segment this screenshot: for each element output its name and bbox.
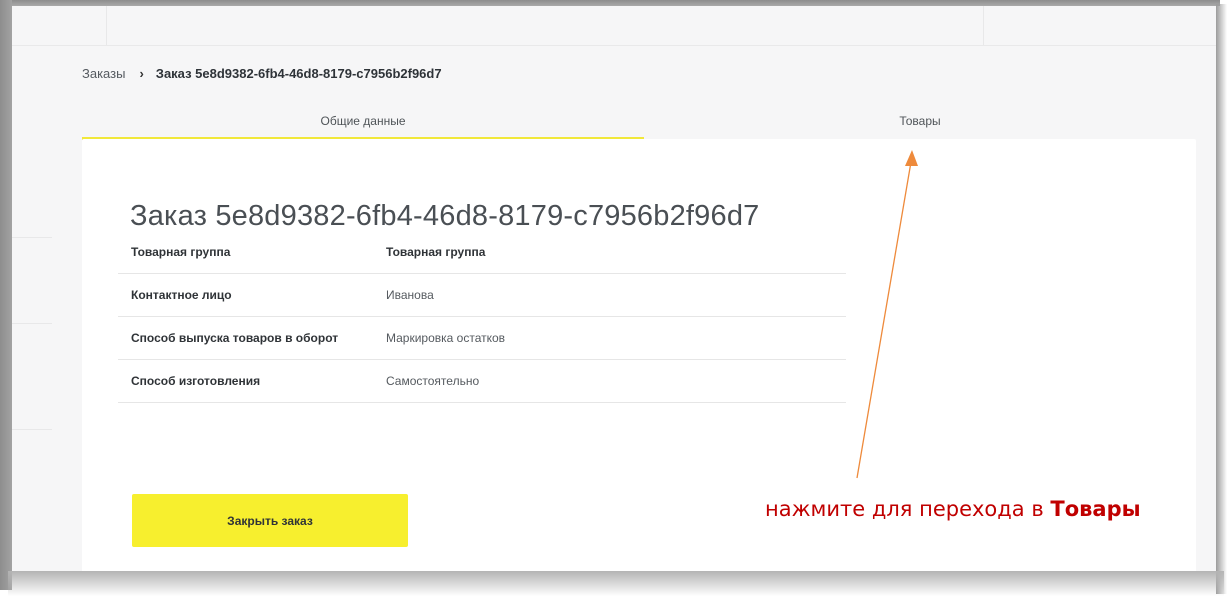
- window-shadow-bottom: [8, 571, 1224, 596]
- order-details-list: Товарная группа Товарная группа Контактн…: [118, 231, 846, 403]
- header-column-divider: [983, 6, 984, 45]
- detail-row-production-method: Способ изготовления Самостоятельно: [118, 360, 846, 403]
- breadcrumb-orders-link[interactable]: Заказы: [82, 66, 125, 81]
- window-border-left: [0, 0, 12, 590]
- annotation-highlight: Товары: [1050, 497, 1141, 521]
- detail-value: Самостоятельно: [386, 374, 480, 388]
- detail-row-contact-person: Контактное лицо Иванова: [118, 274, 846, 317]
- screenshot-frame: Заказы › Заказ 5e8d9382-6fb4-46d8-8179-c…: [0, 0, 1227, 596]
- close-order-button[interactable]: Закрыть заказ: [132, 494, 408, 547]
- instruction-annotation: нажмите для перехода в Товары: [765, 497, 1141, 521]
- breadcrumb-current-order: Заказ 5e8d9382-6fb4-46d8-8179-c7956b2f96…: [155, 66, 442, 81]
- header-column-divider: [106, 6, 107, 45]
- detail-label: Способ изготовления: [131, 374, 261, 388]
- order-tabs: Общие данные Товары: [82, 110, 1196, 140]
- detail-value: Маркировка остатков: [386, 331, 506, 345]
- detail-label: Товарная группа: [131, 245, 231, 259]
- window-shadow-right: [1216, 4, 1227, 594]
- detail-label: Способ выпуска товаров в оборот: [131, 331, 339, 345]
- header-divider: [12, 45, 1216, 46]
- detail-row-release-method: Способ выпуска товаров в оборот Маркиров…: [118, 317, 846, 360]
- tab-products[interactable]: Товары: [644, 110, 1196, 140]
- breadcrumb: Заказы › Заказ 5e8d9382-6fb4-46d8-8179-c…: [82, 66, 442, 81]
- sidebar-divider: [12, 323, 52, 324]
- detail-value: Иванова: [386, 288, 434, 302]
- page-title: Заказ 5e8d9382-6fb4-46d8-8179-c7956b2f96…: [130, 200, 760, 233]
- app-screen: Заказы › Заказ 5e8d9382-6fb4-46d8-8179-c…: [12, 6, 1216, 571]
- sidebar-divider: [12, 429, 52, 430]
- annotation-text: нажмите для перехода в: [765, 497, 1051, 521]
- tab-general-data[interactable]: Общие данные: [82, 110, 644, 140]
- sidebar-divider: [12, 237, 52, 238]
- detail-value: Товарная группа: [386, 245, 486, 259]
- detail-row-product-group: Товарная группа Товарная группа: [118, 231, 846, 274]
- detail-label: Контактное лицо: [131, 288, 232, 302]
- breadcrumb-separator-icon: ›: [139, 66, 144, 81]
